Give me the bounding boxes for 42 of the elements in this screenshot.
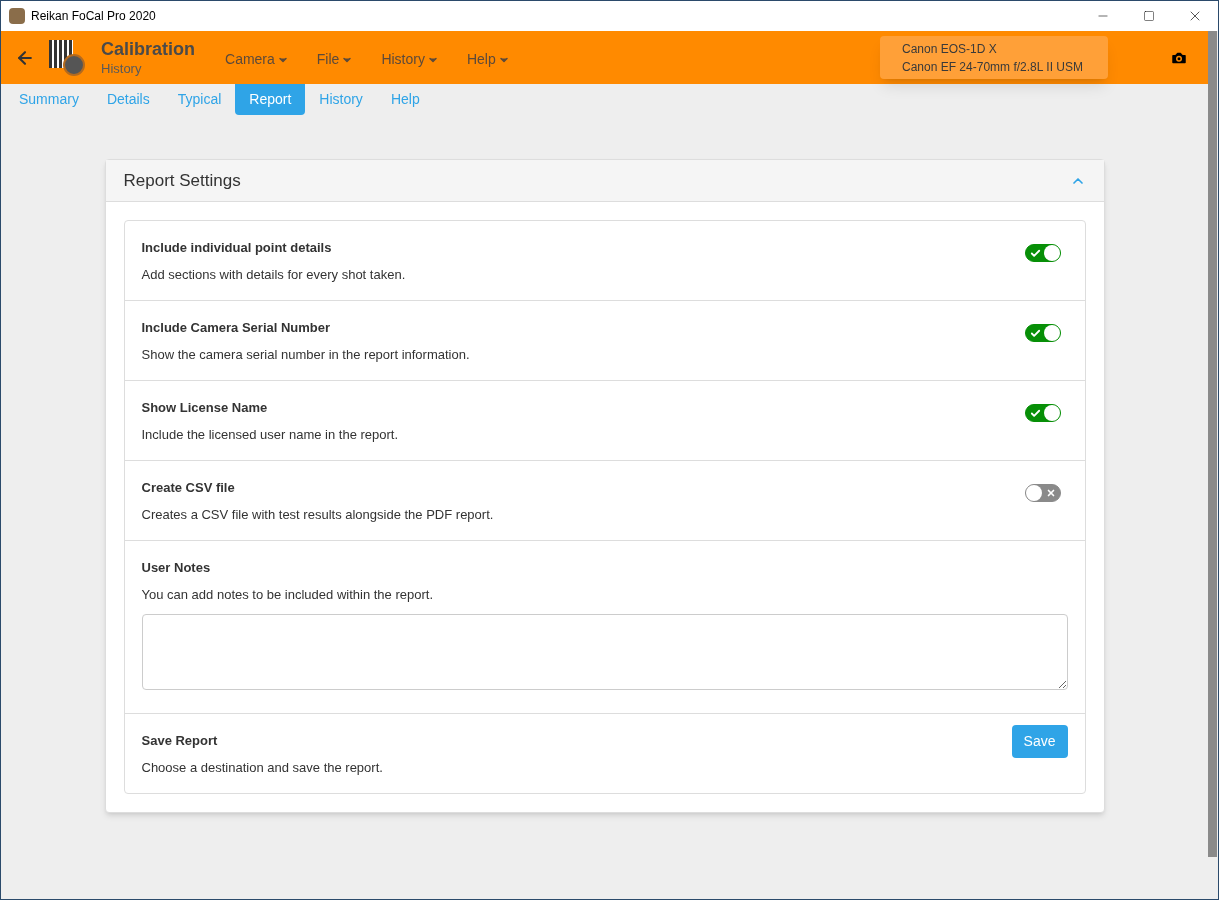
tab[interactable]: Summary [5, 84, 93, 115]
setting-description: You can add notes to be included within the report. [141, 585, 434, 604]
menu-dropdown[interactable]: History [381, 49, 439, 70]
setting-description: Creates a CSV file with test results alongside the PDF report. [141, 505, 495, 524]
setting-title: Show License Name [141, 399, 269, 417]
cross-icon [1045, 488, 1056, 498]
setting-title: Create CSV file [141, 479, 236, 497]
toggle-switch[interactable] [1024, 404, 1061, 422]
window-title: Reikan FoCal Pro 2020 [31, 8, 156, 25]
setting-title: Include Camera Serial Number [141, 319, 332, 337]
setting-description: Choose a destination and save the report. [141, 758, 384, 777]
setting-description: Include the licensed user name in the report. [141, 425, 400, 444]
menu-dropdown[interactable]: Camera [225, 49, 289, 70]
camera-name: Canon EOS-1D X [902, 40, 998, 58]
tab[interactable]: Report [235, 84, 306, 115]
focal-logo-icon [49, 39, 85, 76]
tab[interactable]: Details [92, 84, 164, 115]
tab[interactable]: Typical [163, 84, 236, 115]
toggle-switch[interactable] [1024, 484, 1061, 502]
tab[interactable]: Help [376, 84, 434, 115]
page-subtitle: History [101, 60, 143, 77]
menu-dropdown[interactable]: Help [466, 49, 510, 70]
check-icon [1029, 328, 1041, 339]
save-button[interactable]: Save [1011, 725, 1068, 758]
setting-description: Add sections with details for every shot taken. [141, 265, 407, 284]
menu-dropdown[interactable]: File [316, 49, 354, 70]
check-icon [1029, 248, 1041, 259]
toggle-switch[interactable] [1024, 324, 1061, 342]
setting-title: Save Report [141, 732, 219, 750]
scrollbar[interactable] [1208, 31, 1217, 857]
app-logo-icon [9, 8, 25, 24]
card-title: Report Settings [123, 169, 241, 192]
setting-description: Show the camera serial number in the report information. [141, 345, 471, 364]
toggle-switch[interactable] [1024, 244, 1061, 262]
page-title: Calibration [101, 38, 195, 61]
maximize-icon [1143, 10, 1155, 22]
check-icon [1029, 408, 1041, 419]
tab[interactable]: History [305, 84, 377, 115]
notes-field[interactable] [141, 614, 1068, 690]
lens-name: Canon EF 24-70mm f/2.8L II USM [902, 58, 1084, 76]
setting-title: Include individual point details [141, 239, 333, 257]
setting-title: User Notes [141, 559, 212, 577]
